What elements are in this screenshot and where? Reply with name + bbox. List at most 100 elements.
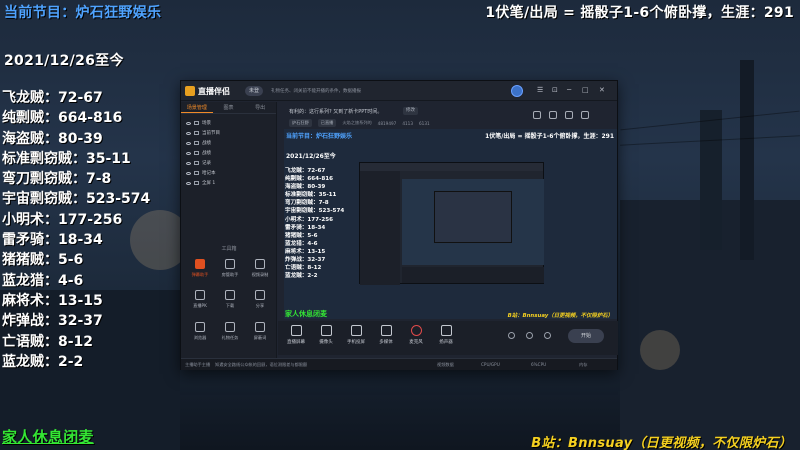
status-gpu: CPU/GPU [481, 362, 500, 367]
more-icon[interactable] [581, 111, 589, 119]
tool-label: 房管助手 [221, 272, 239, 277]
eye-icon[interactable] [186, 121, 191, 125]
camera-icon [320, 325, 332, 336]
status-chip[interactable]: 已直播 [317, 119, 337, 127]
status-cpu: 6%CPU [531, 362, 547, 367]
stream-meta: 炉石狂野 已直播 火焰之旅系列的 4819497 4113 6131 [289, 119, 430, 127]
tool-label: 分享 [255, 303, 265, 308]
preview-score-item: 亡语贼：8-12 [285, 265, 322, 272]
tool-label: 屏蔽词 [253, 335, 267, 340]
control-button[interactable]: 扬声器 [432, 325, 460, 345]
eye-icon[interactable] [186, 131, 191, 135]
control-button[interactable]: 直播屏幕 [282, 325, 310, 345]
tool-button[interactable]: 浏览器 [187, 320, 213, 348]
pin-icon[interactable]: ⊡ [552, 86, 558, 95]
score-list: 飞龙贼：72-67 纯剽贼：664-816 海盗贼：80-39 标准剽窃贼：35-11… [2, 88, 150, 372]
scene-item[interactable]: 全屏 1 [181, 178, 276, 188]
control-button[interactable]: 手机投屏 [342, 325, 370, 345]
preview-score-item: 蓝龙贼：2-2 [285, 273, 318, 280]
nested-left-panel [360, 171, 400, 285]
background-building [700, 110, 722, 250]
nested-control-bar [402, 267, 544, 283]
close-icon[interactable]: ✕ [599, 86, 605, 95]
share-icon [255, 290, 265, 300]
nested-preview-window [359, 162, 544, 285]
scene-item[interactable]: 当前节目 [181, 128, 276, 138]
like-count: 4113 [402, 120, 413, 126]
control-button[interactable]: 多媒体 [372, 325, 400, 345]
tab-chart[interactable]: 图表 [213, 102, 245, 113]
tool-button[interactable]: 屏蔽词 [247, 320, 273, 348]
score-item: 猪猪贼：5-6 [2, 252, 84, 269]
stream-title[interactable]: 有利的：这行系列? 又到了新卡PPT时间。 [289, 108, 382, 115]
tool-button[interactable]: 视频录制 [247, 257, 273, 285]
settings-icon[interactable] [549, 111, 557, 119]
preview-score-item: 海盗贼：80-39 [285, 184, 326, 191]
eye-icon[interactable] [186, 181, 191, 185]
chat-icon[interactable] [526, 332, 533, 339]
control-label: 手机投屏 [347, 340, 365, 345]
tool-button[interactable]: 礼物任务 [217, 320, 243, 348]
avatar[interactable] [511, 85, 523, 97]
left-panel: 场景管理 图表 导出 场景 当前节目 战绩 战绩 记录 哈记本 全屏 1 工具箱 弹幕助手房… [181, 102, 277, 370]
share-icon[interactable] [533, 111, 541, 119]
left-panel-tabs: 场景管理 图表 导出 [181, 102, 276, 114]
tool-button[interactable]: 弹幕助手 [187, 257, 213, 285]
background-building [740, 60, 754, 260]
edit-title-button[interactable]: 修改 [403, 107, 418, 115]
tool-button[interactable]: 房管助手 [217, 257, 243, 285]
eye-icon[interactable] [186, 151, 191, 155]
source-icon [194, 151, 199, 155]
scene-item[interactable]: 战绩 [181, 138, 276, 148]
status-bar: 主播助手主播 知遇安全路线公众帐的回顾，语位测限差与都限额 视频数据 CPU/G… [181, 358, 617, 370]
maximize-icon[interactable]: □ [582, 86, 589, 95]
scene-item[interactable]: 哈记本 [181, 168, 276, 178]
tab-scene-manage[interactable]: 场景管理 [181, 102, 213, 113]
tool-button[interactable]: 下载 [217, 288, 243, 316]
login-pill[interactable]: 未登 [245, 86, 264, 96]
preview-score-item: 弯刀剽窃贼：7-8 [285, 200, 329, 207]
nested-titlebar [360, 163, 543, 171]
minimize-icon[interactable]: ─ [567, 86, 571, 95]
danmaku-icon [195, 259, 205, 269]
nested-preview [402, 179, 544, 265]
preview-score-item: 宇宙剽窃贼：523-574 [285, 208, 345, 215]
timer-icon[interactable] [508, 332, 515, 339]
control-button[interactable]: 麦克风 [402, 325, 430, 345]
scene-item[interactable]: 场景 [181, 118, 276, 128]
viewer-count: 4819497 [377, 120, 397, 126]
status-tip[interactable]: 知遇安全路线公众帐的回顾，语位测限差与都限额 [215, 362, 307, 368]
status-host: 主播助手主播 [185, 362, 211, 367]
scene-label: 记录 [202, 161, 211, 166]
tool-button[interactable]: 分享 [247, 288, 273, 316]
control-label: 摄像头 [319, 340, 333, 345]
stream-preview[interactable]: 当前节目：炉石狂野娱乐 1伏笔/出局 = 摇骰子1-6个俯卧撑，生涯：291 2… [284, 129, 617, 319]
eye-icon[interactable] [186, 171, 191, 175]
status-video: 视频数据 [437, 362, 454, 367]
control-button[interactable]: 摄像头 [312, 325, 340, 345]
bilibili-label: B站：Bnnsuay（日更视频，不仅限炉石） [531, 436, 792, 450]
category-chip[interactable]: 炉石狂野 [289, 119, 312, 127]
eye-icon[interactable] [186, 141, 191, 145]
score-item: 标准剽窃贼：35-11 [2, 150, 131, 167]
preview-score-item: 小明术：177-256 [285, 216, 334, 223]
preview-score-item: 蓝龙猎：4-6 [285, 240, 318, 247]
settings-icon[interactable] [544, 332, 551, 339]
control-label: 扬声器 [439, 340, 453, 345]
menu-icon[interactable]: ☰ [537, 86, 543, 95]
tool-button[interactable]: 直播PK [187, 288, 213, 316]
current-program-label: 当前节目：炉石狂野娱乐 [4, 5, 162, 21]
preview-score-item: 纯剽贼：664-816 [285, 176, 334, 183]
app-titlebar: 直播伴侣 未登 礼物任务、闭关前不能开播的条件，数据播报 ☰ ⊡ ─ □ ✕ [181, 81, 617, 101]
score-item: 宇宙剽窃贼：523-574 [2, 191, 151, 208]
scene-item[interactable]: 记录 [181, 158, 276, 168]
scene-item[interactable]: 战绩 [181, 148, 276, 158]
mic-icon [410, 325, 422, 336]
score-item: 炸弹战：32-37 [2, 313, 103, 330]
tab-export[interactable]: 导出 [244, 102, 276, 113]
start-live-button[interactable]: 开始 [568, 329, 604, 343]
scene-label: 全屏 1 [202, 181, 216, 186]
eye-icon[interactable] [186, 161, 191, 165]
control-label: 直播屏幕 [287, 340, 305, 345]
layout-icon[interactable] [565, 111, 573, 119]
